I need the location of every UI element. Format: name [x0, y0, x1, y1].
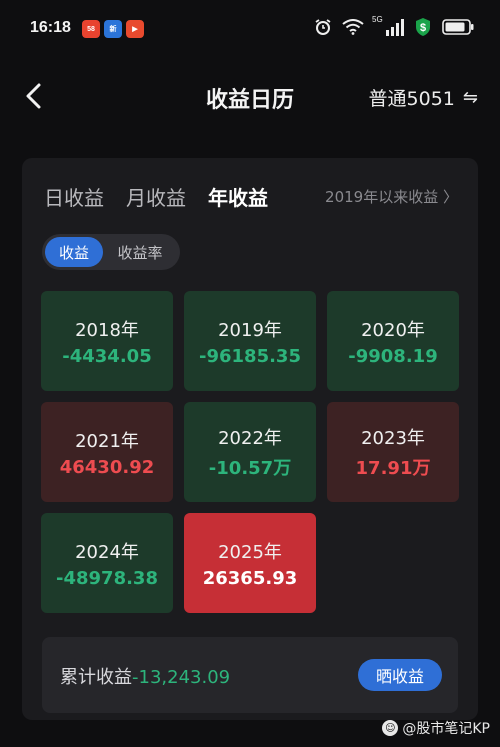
- year-value: -4434.05: [62, 345, 152, 367]
- account-switcher[interactable]: 普通5051 ⇋: [369, 84, 478, 111]
- tab-daily-earnings[interactable]: 日收益: [44, 182, 104, 211]
- watermark-logo-icon: ☺: [382, 720, 399, 736]
- year-value: 17.91万: [355, 458, 431, 479]
- cumulative-label-text: 累计收益: [60, 667, 132, 688]
- since-2019-earnings-link[interactable]: 2019年以来收益 〉: [325, 186, 458, 207]
- wifi-icon: [342, 19, 364, 35]
- year-label: 2018年: [75, 319, 139, 341]
- year-value: 26365.93: [202, 567, 298, 589]
- year-label: 2020年: [361, 319, 425, 341]
- navigation-bar: 收益日历 普通5051 ⇋: [0, 70, 500, 122]
- switch-arrows-icon: ⇋: [462, 87, 478, 108]
- year-cell-2022[interactable]: 2022年 -10.57万: [184, 402, 316, 502]
- tab-yearly-earnings[interactable]: 年收益: [208, 182, 268, 211]
- earnings-card: 日收益 月收益 年收益 2019年以来收益 〉 收益 收益率 2018年 -44…: [22, 158, 478, 720]
- year-value: 46430.92: [59, 456, 155, 478]
- year-label: 2024年: [75, 541, 139, 563]
- 58-app-icon: 58: [82, 20, 100, 38]
- news-app-icon: 新: [104, 20, 122, 38]
- status-time: 16:18: [30, 19, 71, 36]
- year-label: 2022年: [218, 428, 282, 449]
- period-tabs: 日收益 月收益 年收益: [44, 182, 268, 211]
- account-name: 普通5051: [368, 88, 455, 110]
- segment-return-rate[interactable]: 收益率: [103, 237, 177, 267]
- year-value: -9908.19: [348, 345, 438, 367]
- video-app-icon: ▶: [126, 20, 144, 38]
- year-value: -96185.35: [199, 345, 301, 367]
- year-cell-2020[interactable]: 2020年 -9908.19: [327, 291, 459, 391]
- battery-icon: [442, 19, 474, 35]
- year-cell-2018[interactable]: 2018年 -4434.05: [41, 291, 173, 391]
- share-earnings-button[interactable]: 晒收益: [358, 659, 442, 691]
- cumulative-earnings-label: 累计收益-13,243.09: [60, 663, 230, 689]
- year-value: -48978.38: [56, 567, 158, 589]
- svg-text:$: $: [420, 22, 426, 34]
- watermark-text: @股市笔记KP: [402, 721, 490, 737]
- notification-icons: 58 新 ▶: [82, 20, 144, 38]
- system-status-icons: 5G $: [314, 15, 474, 37]
- year-label: 2023年: [361, 428, 425, 449]
- cumulative-earnings-bar: 累计收益-13,243.09 晒收益: [42, 637, 458, 713]
- status-bar: 16:18 58 新 ▶ 5G $: [0, 0, 500, 58]
- cumulative-earnings-value: -13,243.09: [132, 667, 231, 688]
- metric-segmented-control: 收益 收益率: [42, 234, 180, 270]
- segment-earnings[interactable]: 收益: [45, 237, 103, 267]
- year-label: 2025年: [218, 541, 282, 563]
- signal-icon: 5G: [372, 15, 404, 36]
- year-cell-2025[interactable]: 2025年 26365.93: [184, 513, 316, 613]
- year-cell-2023[interactable]: 2023年 17.91万: [327, 402, 459, 502]
- watermark: ☺ @股市笔记KP: [382, 718, 490, 738]
- tab-monthly-earnings[interactable]: 月收益: [126, 182, 186, 211]
- year-cell-2024[interactable]: 2024年 -48978.38: [41, 513, 173, 613]
- network-type-label: 5G: [372, 15, 383, 24]
- year-value: -10.57万: [208, 458, 292, 479]
- year-label: 2019年: [218, 319, 282, 341]
- pay-shield-icon: $: [416, 18, 430, 36]
- year-cell-2019[interactable]: 2019年 -96185.35: [184, 291, 316, 391]
- year-cell-2021[interactable]: 2021年 46430.92: [41, 402, 173, 502]
- alarm-icon: [315, 19, 331, 35]
- year-label: 2021年: [75, 430, 139, 452]
